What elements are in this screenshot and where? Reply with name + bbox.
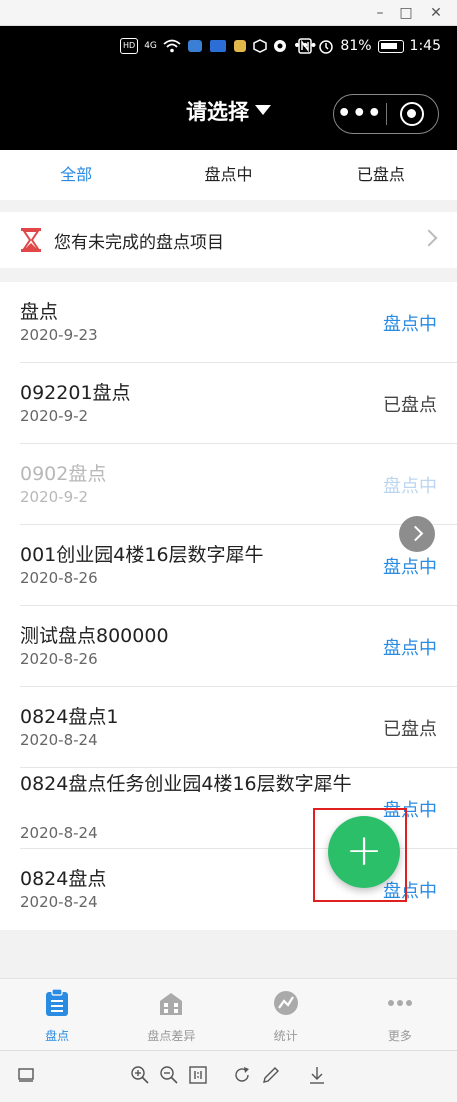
status-badge: 已盘点 — [383, 719, 437, 740]
item-date: 2020-8-26 — [20, 650, 98, 668]
app-notification-icon — [209, 40, 226, 52]
tabbar-item-stats[interactable]: 统计 — [229, 979, 343, 1050]
bottom-tab-bar: 盘点 盘点差异 统计 更多 — [0, 978, 457, 1050]
item-date: 2020-9-23 — [20, 326, 98, 344]
status-badge: 盘点中 — [383, 557, 437, 578]
item-date: 2020-9-2 — [20, 488, 89, 506]
status-bar: HD 4G ••• 81% 1:45 — [0, 26, 457, 70]
status-badge: 盘点中 — [383, 638, 437, 659]
download-icon[interactable] — [307, 1065, 327, 1085]
zoom-in-icon[interactable] — [130, 1065, 150, 1085]
item-title: 0902盘点 — [20, 463, 107, 485]
minimize-icon[interactable]: – — [370, 3, 390, 23]
clock: 1:45 — [409, 38, 441, 54]
phone-screen: HD 4G ••• 81% 1:45 请选择 ••• 全部 盘点中 已盘点 您有… — [0, 26, 457, 1050]
tab-all[interactable]: 全部 — [0, 150, 152, 200]
tabbar-item-inventory[interactable]: 盘点 — [0, 979, 114, 1050]
item-title: 001创业园4楼16层数字犀牛 — [20, 544, 264, 566]
tab-completed[interactable]: 已盘点 — [305, 150, 457, 200]
actual-size-icon[interactable] — [188, 1065, 208, 1085]
restore-icon[interactable]: □ — [396, 3, 416, 23]
nav-bar: 请选择 ••• — [0, 70, 457, 150]
tabbar-label: 更多 — [387, 1029, 412, 1043]
hd-badge: HD — [120, 38, 139, 54]
list-item[interactable]: 0902盘点 2020-9-2 盘点中 — [20, 444, 457, 525]
status-badge: 已盘点 — [383, 395, 437, 416]
zoom-out-icon[interactable] — [159, 1065, 179, 1085]
clipboard-icon — [46, 988, 69, 1016]
plus-icon: + — [345, 825, 383, 876]
hourglass-icon — [21, 228, 41, 252]
chat-app-icon — [187, 40, 202, 52]
item-title: 0824盘点1 — [20, 706, 119, 728]
filter-tabs: 全部 盘点中 已盘点 — [0, 150, 457, 200]
more-icon — [387, 1000, 412, 1006]
status-badge: 盘点中 — [383, 476, 437, 497]
coin-icon — [233, 40, 246, 52]
tabbar-label: 盘点 — [45, 1029, 70, 1043]
shield-app-icon — [253, 39, 267, 53]
list-item[interactable]: 盘点 2020-9-23 盘点中 — [20, 282, 457, 363]
chevron-right-icon — [420, 229, 438, 247]
caret-down-icon — [255, 105, 271, 115]
alarm-icon — [319, 40, 334, 54]
battery-percent: 81% — [340, 38, 372, 54]
status-right: 81% 1:45 — [298, 38, 441, 54]
device-icon[interactable] — [16, 1065, 36, 1085]
list-item[interactable]: 001创业园4楼16层数字犀牛 2020-8-26 盘点中 — [20, 525, 457, 606]
item-title: 0824盘点任务创业园4楼16层数字犀牛 — [20, 773, 352, 795]
add-inventory-button[interactable]: + — [328, 816, 400, 888]
item-title: 盘点 — [20, 301, 59, 323]
target-icon — [400, 102, 425, 126]
tabbar-label: 统计 — [273, 1029, 298, 1043]
wifi-icon — [163, 39, 181, 53]
banner-text: 您有未完成的盘点项目 — [54, 232, 224, 253]
unfinished-banner[interactable]: 您有未完成的盘点项目 — [0, 212, 457, 268]
building-icon — [160, 993, 183, 1015]
close-mini-program-button[interactable] — [386, 102, 438, 126]
network-badge: 4G — [144, 41, 157, 51]
emulator-toolbar — [0, 1050, 457, 1102]
item-date: 2020-8-24 — [20, 893, 98, 911]
status-icons: HD 4G ••• — [120, 38, 318, 54]
list-item[interactable]: 测试盘点800000 2020-8-26 盘点中 — [20, 606, 457, 687]
status-badge: 盘点中 — [383, 314, 437, 335]
list-item[interactable]: 092201盘点 2020-9-2 已盘点 — [20, 363, 457, 444]
list-item[interactable]: 0824盘点1 2020-8-24 已盘点 — [20, 687, 457, 768]
tabbar-label: 盘点差异 — [147, 1029, 196, 1043]
bird-icon — [273, 40, 286, 52]
tab-in-progress[interactable]: 盘点中 — [152, 150, 304, 200]
battery-icon — [377, 39, 404, 53]
rotate-icon[interactable] — [232, 1065, 252, 1085]
floating-arrow-button[interactable] — [399, 516, 435, 552]
tabbar-item-more[interactable]: 更多 — [343, 979, 457, 1050]
mini-program-capsule: ••• — [333, 94, 439, 134]
chart-icon — [273, 991, 298, 1015]
pencil-icon[interactable] — [261, 1065, 281, 1085]
item-date: 2020-8-24 — [20, 731, 98, 749]
page-title: 请选择 — [186, 100, 249, 124]
item-title: 测试盘点800000 — [20, 625, 169, 647]
nfc-icon — [298, 38, 313, 54]
item-date: 2020-8-26 — [20, 569, 98, 587]
item-title: 0824盘点 — [20, 868, 107, 890]
window-title-bar: – □ ✕ — [0, 0, 457, 26]
item-date: 2020-9-2 — [20, 407, 89, 425]
tabbar-item-diff[interactable]: 盘点差异 — [114, 979, 228, 1050]
item-title: 092201盘点 — [20, 382, 131, 404]
menu-dots-icon[interactable]: ••• — [334, 94, 386, 134]
item-date: 2020-8-24 — [20, 824, 98, 842]
close-icon[interactable]: ✕ — [426, 3, 446, 23]
